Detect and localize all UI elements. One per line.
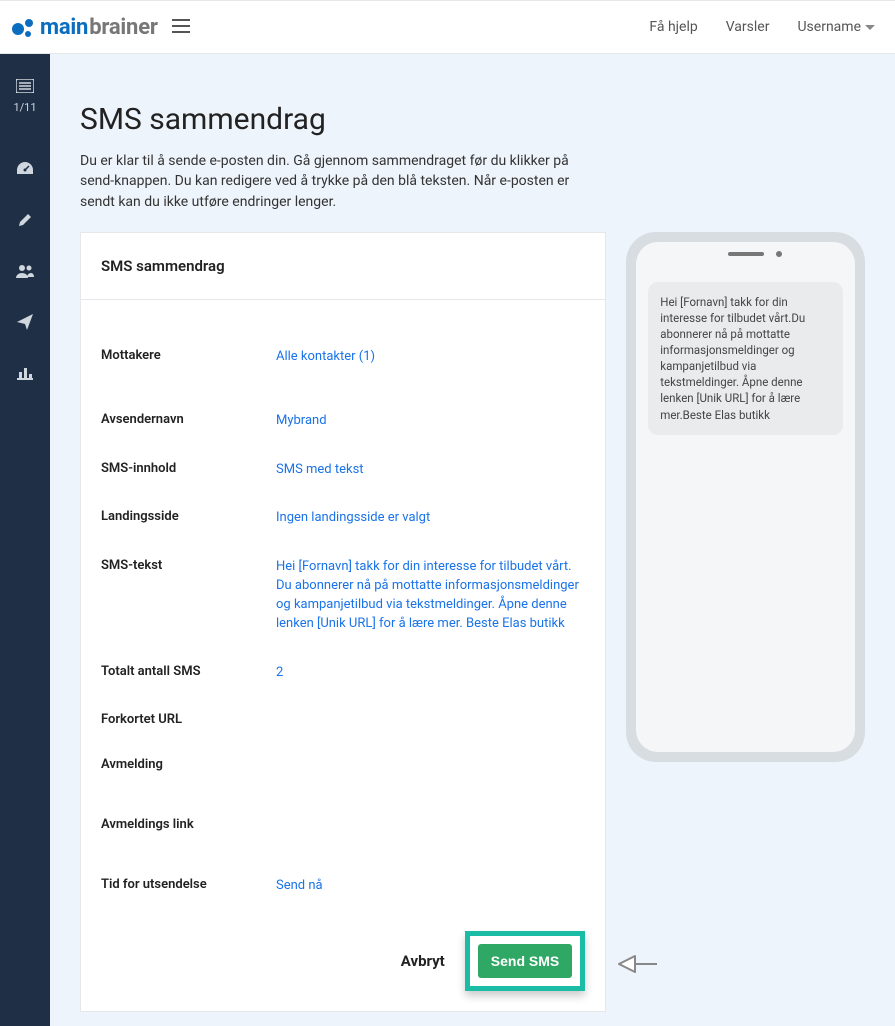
- summary-card: SMS sammendrag Mottakere Alle kontakter …: [80, 232, 606, 1012]
- card-title: SMS sammendrag: [81, 233, 605, 300]
- analytics-icon[interactable]: [17, 366, 33, 380]
- label-total: Totalt antall SMS: [101, 664, 276, 683]
- label-content: SMS-innhold: [101, 461, 276, 480]
- sidebar-step-indicator[interactable]: 1/11: [13, 78, 36, 114]
- edit-icon[interactable]: [17, 212, 33, 228]
- menu-icon[interactable]: [172, 18, 190, 37]
- topbar: mainbrainer Få hjelp Varsler Username: [0, 0, 895, 54]
- steps-icon: [16, 78, 34, 97]
- label-recipients: Mottakere: [101, 348, 276, 367]
- pointer-arrow-icon: [617, 950, 659, 982]
- sidebar: 1/11: [0, 54, 50, 1026]
- dashboard-icon[interactable]: [16, 160, 34, 176]
- cancel-button[interactable]: Avbryt: [401, 952, 445, 970]
- phone-screen: Hei [Fornavn] takk for din interesse for…: [636, 242, 855, 752]
- label-sendtime: Tid for utsendelse: [101, 877, 276, 896]
- send-sms-button[interactable]: Send SMS: [478, 944, 572, 978]
- logo-text-main: main: [40, 15, 88, 40]
- main-area: SMS sammendrag Du er klar til å sende e-…: [50, 54, 895, 1026]
- row-short-url: Forkortet URL: [101, 697, 585, 742]
- phone-speaker-icon: [728, 252, 764, 256]
- value-sender[interactable]: Mybrand: [276, 412, 327, 431]
- help-link[interactable]: Få hjelp: [649, 19, 697, 35]
- card-actions: Avbryt Send SMS: [81, 921, 605, 1011]
- row-sender: Avsendernavn Mybrand: [101, 397, 585, 446]
- row-sendtime: Tid for utsendelse Send nå: [101, 862, 585, 911]
- label-text: SMS-tekst: [101, 558, 276, 633]
- send-button-highlight: Send SMS: [465, 931, 585, 991]
- logo-icon: [10, 16, 36, 38]
- logo[interactable]: mainbrainer: [10, 15, 158, 40]
- alerts-link[interactable]: Varsler: [726, 19, 770, 35]
- value-text[interactable]: Hei [Fornavn] takk for din interesse for…: [276, 558, 585, 633]
- label-sender: Avsendernavn: [101, 412, 276, 431]
- sms-preview-bubble: Hei [Fornavn] takk for din interesse for…: [648, 282, 843, 435]
- row-recipients: Mottakere Alle kontakter (1): [101, 318, 585, 397]
- page-header: SMS sammendrag Du er klar til å sende e-…: [50, 54, 895, 232]
- phone-preview: Hei [Fornavn] takk for din interesse for…: [626, 232, 865, 762]
- page-subtitle: Du er klar til å sende e-posten din. Gå …: [80, 151, 600, 212]
- page-title: SMS sammendrag: [80, 102, 865, 137]
- value-landing[interactable]: Ingen landingsside er valgt: [276, 509, 430, 528]
- contacts-icon[interactable]: [15, 264, 35, 278]
- row-unsub-link: Avmeldings link: [101, 787, 585, 862]
- row-total: Totalt antall SMS 2: [101, 649, 585, 698]
- phone-camera-icon: [776, 251, 782, 257]
- label-unsub-link: Avmeldings link: [101, 817, 276, 832]
- value-content[interactable]: SMS med tekst: [276, 461, 364, 480]
- logo-text-sub: brainer: [89, 15, 158, 40]
- step-counter: 1/11: [13, 101, 36, 114]
- row-unsub: Avmelding: [101, 742, 585, 787]
- row-content: SMS-innhold SMS med tekst: [101, 446, 585, 495]
- caret-down-icon: [865, 19, 875, 35]
- value-recipients[interactable]: Alle kontakter (1): [276, 348, 375, 367]
- value-total[interactable]: 2: [276, 664, 283, 683]
- label-landing: Landingsside: [101, 509, 276, 528]
- label-short-url: Forkortet URL: [101, 712, 276, 727]
- user-menu[interactable]: Username: [797, 19, 875, 35]
- label-unsub: Avmelding: [101, 757, 276, 772]
- row-text: SMS-tekst Hei [Fornavn] takk for din int…: [101, 543, 585, 648]
- value-sendtime[interactable]: Send nå: [276, 877, 323, 896]
- row-landing: Landingsside Ingen landingsside er valgt: [101, 494, 585, 543]
- username-label: Username: [797, 19, 861, 35]
- send-icon[interactable]: [17, 314, 33, 330]
